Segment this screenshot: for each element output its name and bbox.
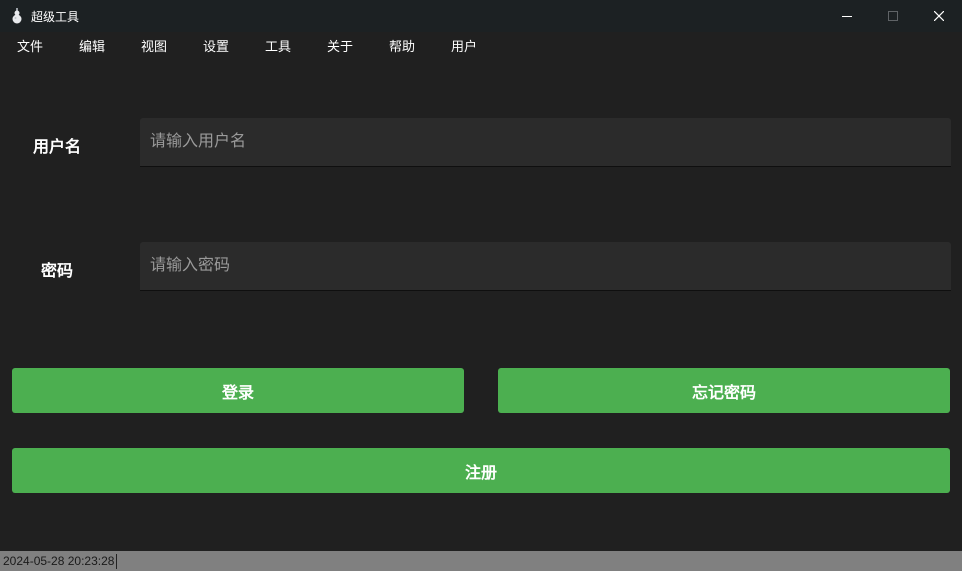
password-input[interactable] bbox=[140, 242, 951, 291]
main-window: 超级工具 文件 编辑 视图 设置 工具 关于 帮助 用户 用户名 请输入用户名 … bbox=[0, 0, 962, 571]
menu-about[interactable]: 关于 bbox=[310, 32, 372, 62]
username-input[interactable] bbox=[140, 118, 951, 167]
forgot-password-button[interactable]: 忘记密码 bbox=[498, 368, 950, 413]
status-datetime: 2024-05-28 20:23:28 bbox=[3, 554, 118, 569]
status-bar: 2024-05-28 20:23:28 bbox=[0, 551, 962, 571]
menu-file[interactable]: 文件 bbox=[0, 32, 62, 62]
close-button[interactable] bbox=[916, 0, 962, 32]
title-bar[interactable]: 超级工具 bbox=[0, 0, 962, 32]
minimize-icon bbox=[842, 16, 852, 17]
gourd-icon bbox=[9, 8, 25, 24]
close-icon bbox=[934, 11, 944, 21]
username-label: 用户名 bbox=[32, 139, 81, 156]
maximize-icon bbox=[888, 11, 898, 21]
menu-tools[interactable]: 工具 bbox=[248, 32, 310, 62]
window-title: 超级工具 bbox=[31, 9, 80, 24]
menu-edit[interactable]: 编辑 bbox=[62, 32, 124, 62]
menu-view[interactable]: 视图 bbox=[124, 32, 186, 62]
login-button[interactable]: 登录 bbox=[12, 368, 464, 413]
password-label: 密码 bbox=[40, 263, 73, 280]
minimize-button[interactable] bbox=[824, 0, 870, 32]
register-button[interactable]: 注册 bbox=[12, 448, 950, 493]
menu-settings[interactable]: 设置 bbox=[186, 32, 248, 62]
menu-user[interactable]: 用户 bbox=[434, 32, 496, 62]
window-controls bbox=[824, 0, 962, 32]
maximize-button[interactable] bbox=[870, 0, 916, 32]
menu-help[interactable]: 帮助 bbox=[372, 32, 434, 62]
menu-bar: 文件 编辑 视图 设置 工具 关于 帮助 用户 bbox=[0, 32, 962, 62]
